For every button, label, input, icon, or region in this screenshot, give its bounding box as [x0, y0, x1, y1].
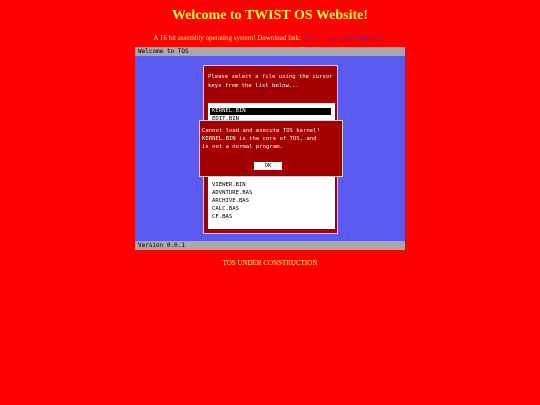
file-item-viewer[interactable]: VIEWER.BIN: [210, 182, 331, 189]
alert-line-3: is not a normal program.: [202, 144, 283, 150]
dialog-prompt: Please select a file using the cursor ke…: [208, 73, 335, 91]
tos-screenshot: Welcome to TOS Please select a file usin…: [135, 47, 405, 250]
tos-title-bar: Welcome to TOS: [135, 47, 405, 56]
alert-line-2: KERNEL.BIN is the core of TOS, and: [202, 136, 317, 142]
file-item-advnture[interactable]: ADVNTURE.BAS: [210, 190, 331, 197]
prompt-line-1: Please select a file using the cursor: [208, 74, 333, 80]
download-link[interactable]: TOS 16 BIT Free Domain OS: [303, 34, 387, 42]
error-alert: Cannot load and execute TOS kernel! KERN…: [199, 120, 343, 177]
construction-notice: TOS UNDER CONSTRUCTION: [222, 259, 318, 267]
tos-status-bar: Version 0.0.1: [135, 241, 405, 250]
intro-paragraph: A 16 bit assembly operating system! Down…: [0, 34, 540, 42]
file-item-kernel[interactable]: KERNEL.BIN: [210, 108, 331, 115]
intro-text: A 16 bit assembly operating system! Down…: [153, 34, 301, 42]
file-item-archive[interactable]: ARCHIVE.BAS: [210, 198, 331, 205]
prompt-line-2: keys from the list below...: [208, 83, 299, 89]
ok-button[interactable]: OK: [254, 162, 282, 170]
file-item-cf[interactable]: CF.BAS: [210, 214, 331, 221]
alert-line-1: Cannot load and execute TOS kernel!: [202, 128, 320, 134]
file-item-calc[interactable]: CALC.BAS: [210, 206, 331, 213]
page-title: Welcome to TWIST OS Website!: [171, 8, 368, 23]
alert-message: Cannot load and execute TOS kernel! KERN…: [202, 127, 340, 151]
